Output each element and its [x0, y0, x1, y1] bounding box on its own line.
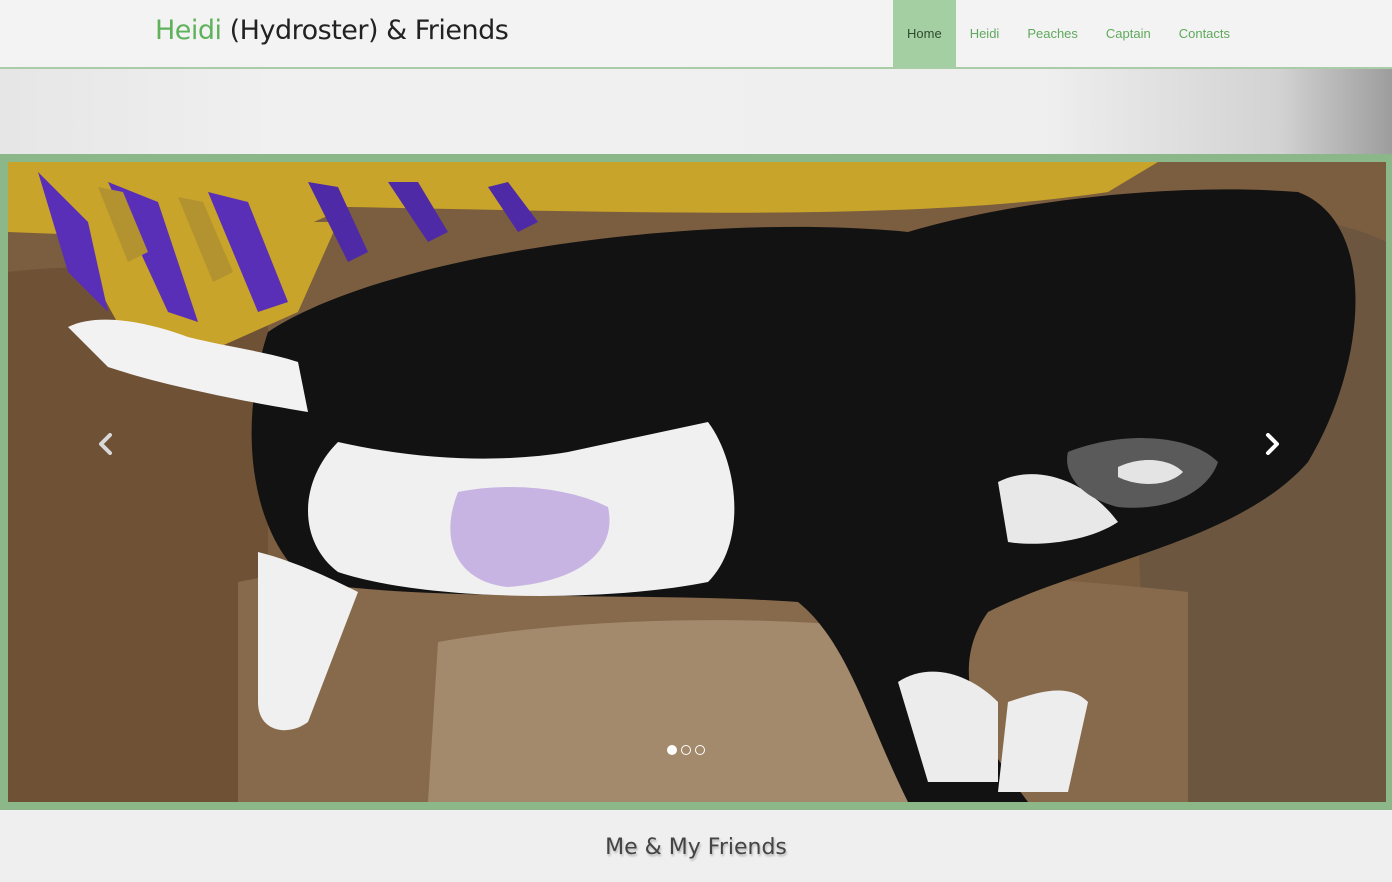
- carousel-slide-photo: [8, 162, 1386, 802]
- nav-item-home[interactable]: Home: [893, 0, 956, 67]
- dog-photo: [8, 162, 1386, 802]
- site-brand[interactable]: Heidi (Hydroster) & Friends: [155, 15, 509, 46]
- brand-accent: Heidi: [155, 15, 222, 46]
- decorative-band: [0, 69, 1392, 154]
- main-nav: Home Heidi Peaches Captain Contacts: [893, 0, 1244, 67]
- nav-item-peaches[interactable]: Peaches: [1013, 0, 1092, 67]
- carousel-indicators: [667, 745, 705, 755]
- image-carousel: [0, 154, 1392, 810]
- site-header: Heidi (Hydroster) & Friends Home Heidi P…: [0, 0, 1392, 69]
- section-title: Me & My Friends: [605, 835, 787, 860]
- brand-rest: (Hydroster) & Friends: [221, 15, 509, 46]
- nav-item-captain[interactable]: Captain: [1092, 0, 1165, 67]
- carousel-indicator[interactable]: [695, 745, 705, 755]
- carousel-prev-button[interactable]: [86, 424, 126, 464]
- nav-item-contacts[interactable]: Contacts: [1165, 0, 1244, 67]
- nav-item-heidi[interactable]: Heidi: [956, 0, 1014, 67]
- carousel-next-button[interactable]: [1252, 424, 1292, 464]
- chevron-left-icon: [99, 433, 112, 455]
- carousel-indicator[interactable]: [681, 745, 691, 755]
- chevron-right-icon: [1266, 433, 1279, 455]
- carousel-indicator[interactable]: [667, 745, 677, 755]
